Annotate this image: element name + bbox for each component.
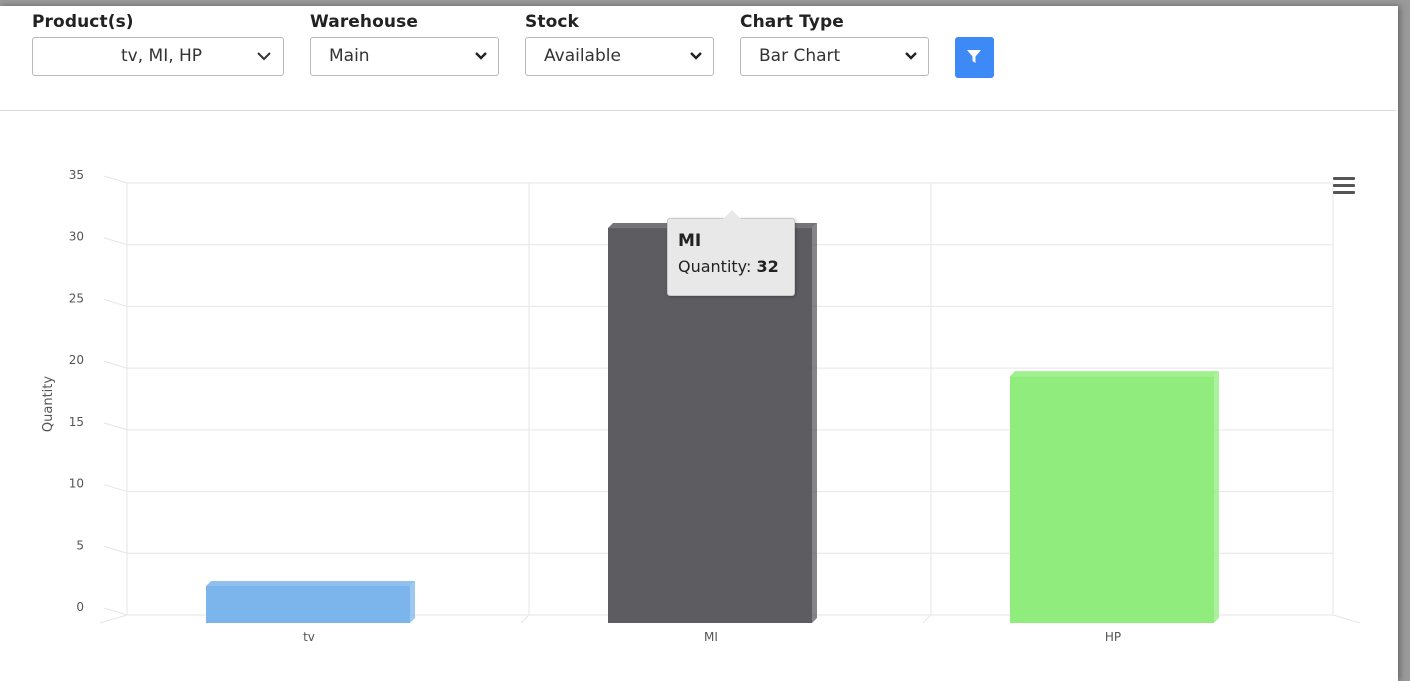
chevron-down-icon	[475, 52, 487, 60]
y-axis-title: Quantity	[41, 376, 56, 432]
stock-label: Stock	[525, 12, 579, 32]
floor-edge-right	[1332, 614, 1361, 624]
chart-type-label: Chart Type	[740, 12, 844, 32]
x-tick-label: HP	[1105, 630, 1121, 644]
chart-tooltip: MI Quantity: 32	[667, 210, 795, 296]
bar-chart: 0 5 10 15 20 25 30 35 Quantity tv MI HP	[41, 168, 1361, 644]
y-gridline-side	[103, 545, 128, 554]
bar-HP	[1010, 376, 1214, 623]
y-tick-label: 20	[69, 353, 84, 367]
chart-panel: Product(s) tv, MI, HP Warehouse Main Sto…	[0, 6, 1398, 681]
y-tick-label: 25	[69, 291, 84, 305]
y-tick-label: 15	[69, 415, 84, 429]
warehouse-label: Warehouse	[310, 12, 418, 32]
tooltip-category: MI	[678, 231, 702, 251]
warehouse-select-value: Main	[329, 46, 370, 66]
y-gridline-side	[103, 422, 128, 431]
tooltip-value: 32	[756, 257, 779, 276]
apply-filter-button[interactable]	[955, 37, 994, 78]
y-tick-label: 35	[69, 168, 84, 182]
y-tick-label: 0	[76, 600, 84, 614]
products-select[interactable]: tv, MI, HP	[32, 37, 284, 76]
x-gridline-floor	[922, 614, 932, 624]
x-tick-label: tv	[303, 630, 315, 644]
x-tick-label: MI	[704, 630, 718, 644]
stock-select-value: Available	[544, 46, 621, 66]
products-label: Product(s)	[32, 12, 134, 32]
x-gridline-floor	[520, 614, 530, 624]
chevron-down-icon	[905, 52, 917, 60]
bar-tv	[206, 585, 410, 623]
bar-top-HP	[1010, 371, 1219, 377]
tooltip-series-label: Quantity:	[678, 257, 757, 276]
y-gridline-side	[103, 175, 128, 184]
chevron-down-icon	[690, 52, 702, 60]
bar-side-MI	[812, 223, 817, 623]
filter-bar: Product(s) tv, MI, HP Warehouse Main Sto…	[0, 6, 1396, 111]
floor-edge-left	[99, 614, 128, 624]
chart-type-select[interactable]: Bar Chart	[740, 37, 929, 76]
bar-side-tv	[410, 580, 415, 623]
bar-top-tv	[206, 580, 415, 586]
products-select-value: tv, MI, HP	[121, 46, 203, 66]
tooltip-value-line: Quantity: 32	[678, 257, 779, 276]
hamburger-menu-icon[interactable]	[1333, 177, 1355, 195]
y-gridline-side	[103, 298, 128, 307]
warehouse-select[interactable]: Main	[310, 37, 499, 76]
y-tick-label: 30	[69, 230, 84, 244]
stock-select[interactable]: Available	[525, 37, 714, 76]
y-gridline-side	[103, 237, 128, 246]
y-gridline-side	[103, 607, 128, 616]
filter-icon	[967, 50, 981, 63]
y-gridline-side	[103, 484, 128, 493]
y-tick-label: 5	[76, 538, 84, 552]
y-gridline-side	[103, 360, 128, 369]
bar-side-HP	[1214, 371, 1219, 623]
y-tick-label: 10	[69, 477, 84, 491]
chart-type-select-value: Bar Chart	[759, 46, 841, 66]
chevron-down-icon	[257, 52, 271, 61]
